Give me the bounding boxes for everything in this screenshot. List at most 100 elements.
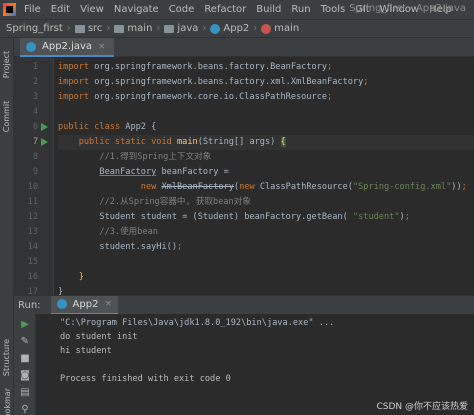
- code-token: ;: [363, 77, 369, 87]
- code-token: beanFactory =: [156, 167, 229, 177]
- close-icon[interactable]: ×: [98, 42, 106, 52]
- menu-edit[interactable]: Edit: [46, 4, 75, 15]
- tool-tab-bookmarks[interactable]: Bookmarks: [0, 388, 14, 415]
- code-line[interactable]: new XmlBeanFactory(new ClassPathResource…: [58, 180, 474, 195]
- editor-tab-app2[interactable]: App2.java ×: [20, 38, 114, 57]
- console-line: do student init: [60, 332, 138, 342]
- tool-tab-structure[interactable]: Structure: [0, 334, 14, 380]
- code-line[interactable]: import org.springframework.core.io.Class…: [58, 90, 474, 105]
- line-number: 11: [27, 197, 38, 207]
- breadcrumb-project[interactable]: Spring_first: [6, 23, 63, 34]
- code-token: student.sayHi(): [58, 242, 177, 252]
- pin-icon[interactable]: ⚲: [19, 403, 31, 415]
- code-token: //2.从Spring容器中, 获取bean对象: [58, 197, 251, 207]
- run-panel-header: Run: App2 ×: [14, 295, 474, 315]
- line-gutter: 1 2 3 4 6 7 8 9 10 11 12 13 14 15 16 17: [14, 57, 54, 295]
- code-line[interactable]: import org.springframework.beans.factory…: [58, 60, 474, 75]
- code-area[interactable]: import org.springframework.beans.factory…: [58, 57, 474, 295]
- code-token: public class: [58, 122, 126, 132]
- line-number: 10: [27, 182, 38, 192]
- code-line[interactable]: }: [58, 285, 474, 295]
- breadcrumb-separator: ›: [106, 23, 111, 34]
- run-gutter-icon[interactable]: [41, 138, 48, 146]
- stop-icon[interactable]: ■: [19, 352, 31, 364]
- breadcrumb-src[interactable]: src: [74, 23, 102, 34]
- tool-tab-bookmarks-label: Bookmarks: [2, 388, 12, 415]
- menu-code[interactable]: Code: [164, 4, 200, 15]
- code-token: }: [58, 272, 84, 282]
- run-tab-app2[interactable]: App2 ×: [50, 295, 118, 315]
- line-number: 3: [32, 92, 38, 102]
- breadcrumb-java-label: java: [177, 23, 199, 34]
- line-number: 17: [27, 287, 38, 295]
- tool-tab-commit[interactable]: Commit: [0, 94, 14, 138]
- code-line[interactable]: public class App2 {: [58, 120, 474, 135]
- rerun-icon[interactable]: ▶: [19, 318, 31, 330]
- code-token: BeanFactory: [99, 167, 157, 177]
- code-line[interactable]: //2.从Spring容器中, 获取bean对象: [58, 195, 474, 210]
- line-number: 15: [27, 257, 38, 267]
- folder-icon: [74, 24, 85, 33]
- breadcrumb-java[interactable]: java: [164, 23, 198, 34]
- code-line[interactable]: [58, 105, 474, 120]
- code-token: )): [451, 182, 462, 192]
- code-line[interactable]: //3.使用bean: [58, 225, 474, 240]
- run-config-icon: [56, 299, 67, 309]
- breadcrumb-method[interactable]: main: [261, 23, 299, 34]
- code-line[interactable]: Student student = (Student) beanFactory.…: [58, 210, 474, 225]
- code-line[interactable]: [58, 255, 474, 270]
- menu-tools[interactable]: Tools: [316, 4, 351, 15]
- code-editor[interactable]: 1 2 3 4 6 7 8 9 10 11 12 13 14 15 16 17 import org.spri…: [14, 57, 474, 295]
- breadcrumb-separator: ›: [156, 23, 161, 34]
- line-number: 9: [32, 167, 38, 177]
- camera-icon[interactable]: ◙: [19, 369, 31, 381]
- code-line[interactable]: public static void main(String[] args) {: [58, 135, 474, 150]
- code-line[interactable]: import org.springframework.beans.factory…: [58, 75, 474, 90]
- class-icon: [26, 41, 36, 52]
- line-number: 7: [32, 137, 38, 147]
- code-token: //3.使用bean: [58, 227, 158, 237]
- code-line[interactable]: }: [58, 270, 474, 285]
- code-token: "student": [352, 212, 400, 222]
- intellij-logo-icon: [3, 3, 16, 16]
- layout-icon[interactable]: ▤: [19, 386, 31, 398]
- code-line[interactable]: //1.得到Spring上下文对象: [58, 150, 474, 165]
- menu-view[interactable]: View: [75, 4, 109, 15]
- tool-tab-structure-label: Structure: [2, 338, 12, 376]
- editor-tab-label: App2.java: [42, 41, 93, 52]
- run-tab-label: App2: [72, 298, 99, 310]
- code-token: ;: [461, 182, 467, 192]
- menu-refactor[interactable]: Refactor: [199, 4, 251, 15]
- breadcrumb-main[interactable]: main: [114, 23, 152, 34]
- code-line[interactable]: BeanFactory beanFactory =: [58, 165, 474, 180]
- menu-file[interactable]: File: [22, 4, 46, 15]
- code-token: ;: [404, 212, 410, 222]
- line-number: 16: [27, 272, 38, 282]
- left-tool-stripe: Project Commit Structure Bookmarks: [0, 38, 14, 415]
- code-token: import: [58, 62, 95, 72]
- code-token: Student student = (Student) beanFactory.…: [58, 212, 353, 222]
- code-token: org.springframework.beans.factory.xml.Xm…: [94, 77, 364, 87]
- run-gutter-icon[interactable]: [41, 123, 48, 131]
- menu-run[interactable]: Run: [286, 4, 315, 15]
- menu-build[interactable]: Build: [251, 4, 286, 15]
- breadcrumb-main-label: main: [127, 23, 153, 34]
- class-icon: [210, 23, 221, 34]
- breadcrumb-class[interactable]: App2: [210, 23, 249, 34]
- code-token: org.springframework.beans.factory.BeanFa…: [94, 62, 328, 72]
- code-line[interactable]: student.sayHi();: [58, 240, 474, 255]
- tool-tab-project[interactable]: Project: [0, 42, 14, 86]
- run-toolbar: ▶ ✎ ■ ◙ ▤ ⚲: [14, 314, 36, 415]
- console-line: "C:\Program Files\Java\jdk1.8.0_192\bin\…: [60, 318, 335, 328]
- code-token: ;: [327, 62, 333, 72]
- folder-icon: [164, 24, 175, 33]
- menu-navigate[interactable]: Navigate: [109, 4, 164, 15]
- folder-icon: [114, 24, 125, 33]
- wrench-icon[interactable]: ✎: [19, 335, 31, 347]
- close-icon[interactable]: ×: [104, 299, 112, 309]
- run-panel-title: Run:: [18, 299, 41, 311]
- breadcrumb: Spring_first › src › main › java › App2 …: [0, 19, 474, 38]
- code-token: org.springframework.core.io.ClassPathRes…: [94, 92, 328, 102]
- code-token: (String[] args): [197, 137, 281, 147]
- code-token: public static void: [58, 137, 177, 147]
